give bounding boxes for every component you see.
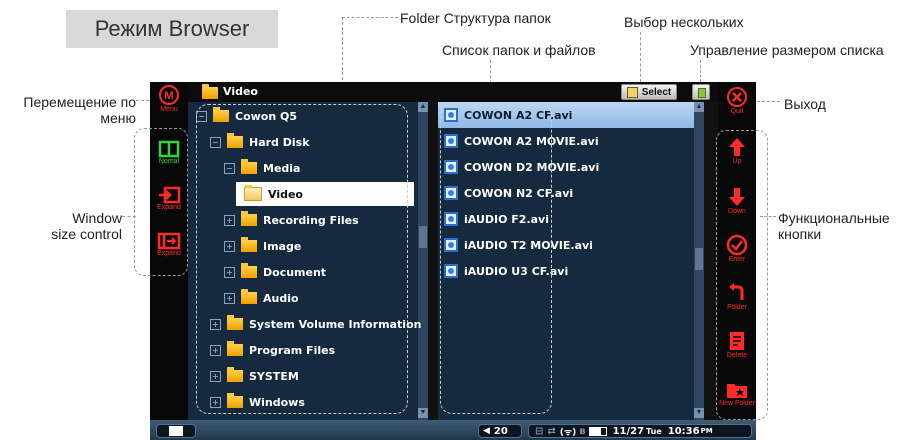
bluetooth-icon: ʙ <box>579 425 586 437</box>
callout-window-size-line1: Window <box>72 210 122 226</box>
time-text: 10:36 <box>667 425 700 437</box>
window-size-outline <box>134 128 188 276</box>
callout-window-size-line2: size control <box>51 226 122 242</box>
leader-folder-h <box>342 17 398 18</box>
callout-multi-select: Выбор нескольких <box>624 14 744 30</box>
checkbox-icon <box>626 86 638 98</box>
wifi-icon: (ᯤ) <box>559 427 577 438</box>
ampm-text: PM <box>700 427 713 435</box>
tree-outline <box>196 104 408 414</box>
tree-scroll-up-icon[interactable]: ▲ <box>418 102 428 112</box>
select-button[interactable]: Select <box>621 84 677 100</box>
list-size-icon <box>698 88 706 98</box>
home-button[interactable] <box>156 424 196 438</box>
quit-icon <box>727 87 747 107</box>
lock-icon: ⊟ <box>535 425 544 437</box>
tree-scrollbar[interactable]: ▲ ▼ <box>418 102 428 420</box>
tree-scroll-thumb[interactable] <box>419 226 427 248</box>
callout-menu-move-line1: Перемещение по <box>23 94 136 110</box>
callout-exit: Выход <box>784 96 826 112</box>
callout-file-list: Список папок и файлов <box>442 42 596 58</box>
volume-indicator[interactable]: ◀ 20 <box>478 424 522 438</box>
quit-button[interactable]: Quit <box>718 86 756 115</box>
mode-title: Режим Browser <box>66 10 278 48</box>
menu-button[interactable]: M Menu <box>150 84 188 113</box>
callout-menu-move-line2: меню <box>100 110 136 126</box>
battery-icon <box>588 426 607 436</box>
status-tray: ⊟ ⇄ (ᯤ) ʙ 11/27 Tue 10:36 PM <box>528 424 752 438</box>
callout-menu-move: Перемещение по меню <box>6 94 136 126</box>
leader-size-v <box>700 60 701 82</box>
speaker-icon: ◀ <box>483 426 490 436</box>
menu-icon: M <box>159 85 179 105</box>
volume-value: 20 <box>493 425 508 437</box>
current-folder-title: Video <box>223 85 258 98</box>
callout-function-buttons: Функциональные кнопки <box>778 210 890 242</box>
leader-exit-h <box>752 101 780 102</box>
current-folder-icon <box>202 84 218 99</box>
folder-tab-icon <box>169 426 183 436</box>
list-scroll-thumb[interactable] <box>695 248 703 270</box>
list-scroll-down-icon[interactable]: ▼ <box>694 408 704 418</box>
menu-button-label: Menu <box>160 106 178 113</box>
usb-icon: ⇄ <box>547 425 556 437</box>
function-outline <box>716 130 768 420</box>
quit-label: Quit <box>730 108 744 115</box>
select-label: Select <box>641 86 672 98</box>
svg-text:M: M <box>164 90 173 102</box>
leader-select-v <box>640 32 641 82</box>
list-scrollbar[interactable]: ▲ ▼ <box>694 102 704 420</box>
callout-function-buttons-line1: Функциональные <box>778 210 890 226</box>
list-size-button[interactable] <box>692 84 710 100</box>
callout-window-size: Window size control <box>20 210 122 242</box>
day-text: Tue <box>646 426 662 436</box>
list-outline <box>440 104 552 414</box>
list-scroll-up-icon[interactable]: ▲ <box>694 102 704 112</box>
date-text: 11/27 <box>612 425 645 437</box>
callout-folder-structure: Folder Структура папок <box>400 10 551 26</box>
callout-list-size: Управление размером списка <box>690 42 884 58</box>
callout-function-buttons-line2: кнопки <box>778 226 822 242</box>
tree-scroll-down-icon[interactable]: ▼ <box>418 408 428 418</box>
